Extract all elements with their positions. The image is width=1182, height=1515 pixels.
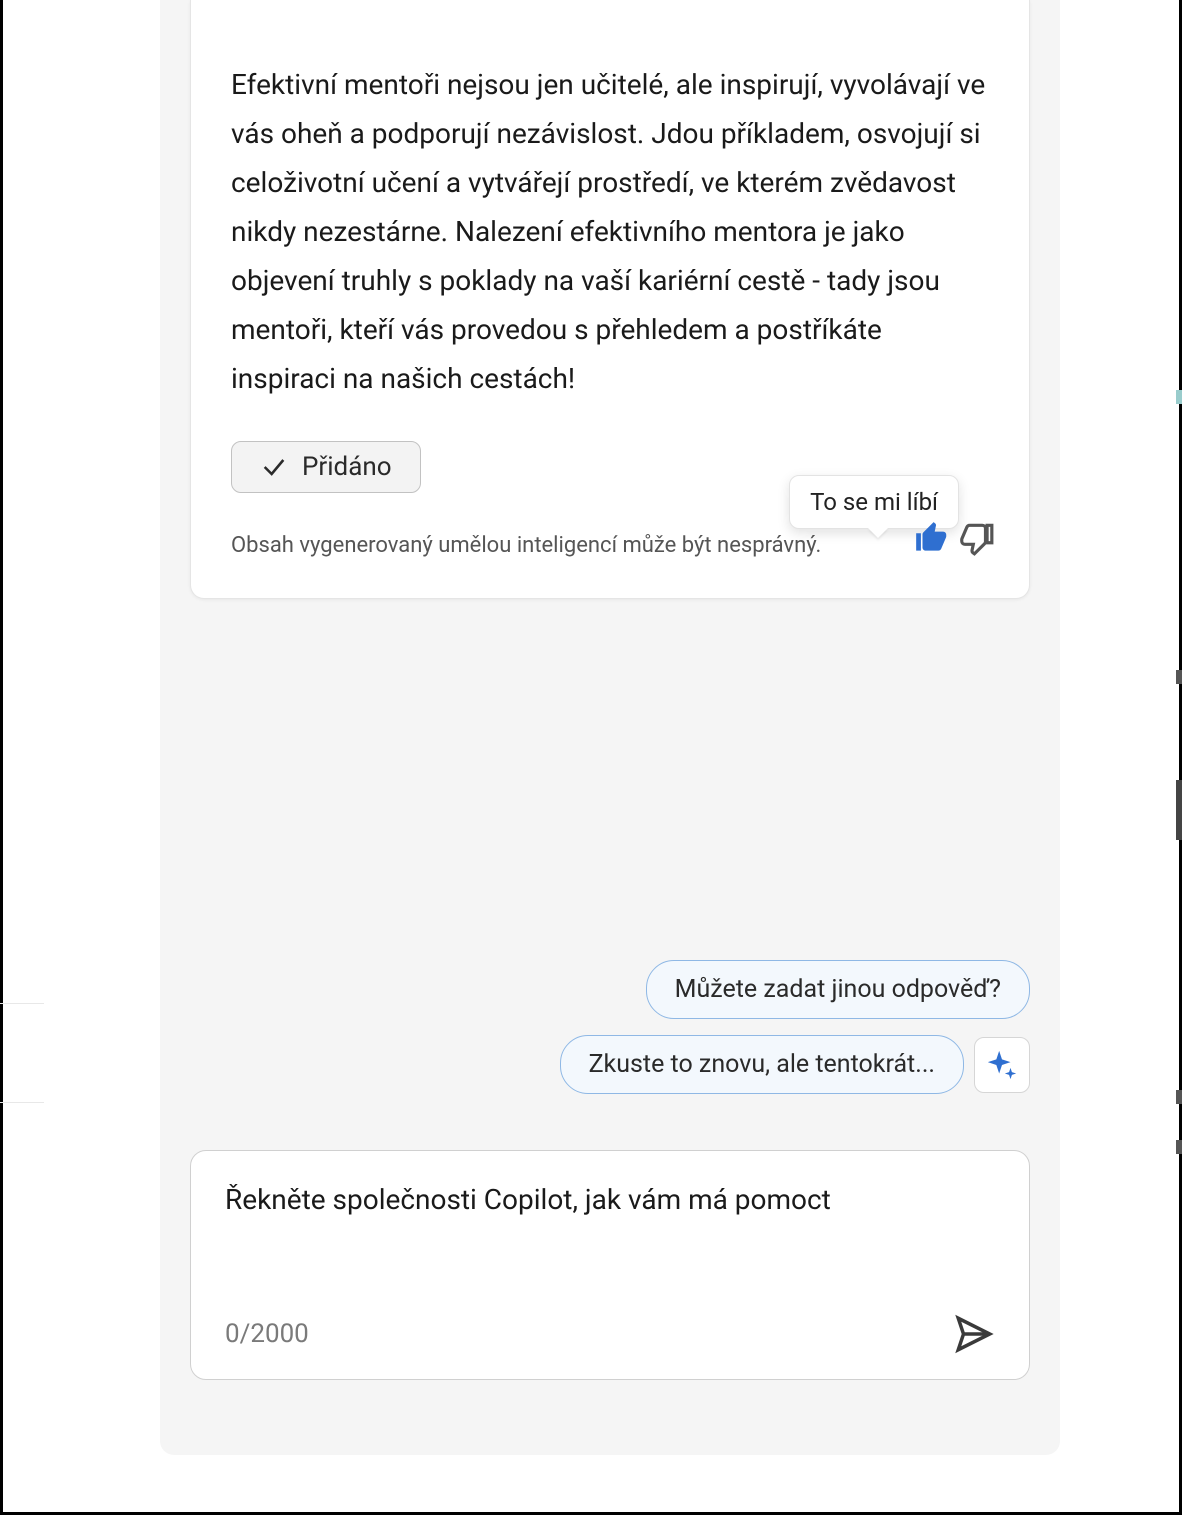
sparkle-icon [985, 1048, 1019, 1082]
response-footer: To se mi líbí Obsah vygenerovaný umělou … [231, 533, 989, 558]
feedback-buttons [913, 519, 995, 557]
chat-input[interactable]: Řekněte společnosti Copilot, jak vám má … [190, 1150, 1030, 1380]
right-edge-sliver [1176, 780, 1182, 840]
right-edge-sliver [1176, 390, 1182, 404]
thumbs-down-icon[interactable] [957, 519, 995, 557]
right-edge-sliver [1176, 1090, 1182, 1104]
response-text: Efektivní mentoři nejsou jen učitelé, al… [231, 60, 989, 403]
right-edge-sliver [1176, 670, 1182, 684]
chat-input-placeholder: Řekněte společnosti Copilot, jak vám má … [225, 1183, 995, 1216]
left-margin-divider [0, 1003, 44, 1004]
chat-input-footer: 0/2000 [225, 1313, 995, 1355]
send-icon[interactable] [953, 1313, 995, 1355]
char-counter: 0/2000 [225, 1319, 309, 1349]
added-label: Přidáno [302, 452, 392, 482]
left-margin-divider [0, 1102, 44, 1103]
thumbs-up-icon[interactable] [913, 519, 951, 557]
copilot-panel: Efektivní mentoři nejsou jen učitelé, al… [160, 0, 1060, 1455]
response-card: Efektivní mentoři nejsou jen učitelé, al… [190, 0, 1030, 599]
suggestion-list: Můžete zadat jinou odpověď? Zkuste to zn… [560, 960, 1030, 1094]
suggestion-pill[interactable]: Můžete zadat jinou odpověď? [646, 960, 1030, 1019]
right-edge-sliver [1176, 1140, 1182, 1154]
check-icon [260, 453, 288, 481]
sparkle-button[interactable] [974, 1037, 1030, 1093]
suggestion-pill[interactable]: Zkuste to znovu, ale tentokrát... [560, 1035, 964, 1094]
added-button[interactable]: Přidáno [231, 441, 421, 493]
ai-disclaimer: Obsah vygenerovaný umělou inteligencí mů… [231, 533, 821, 558]
